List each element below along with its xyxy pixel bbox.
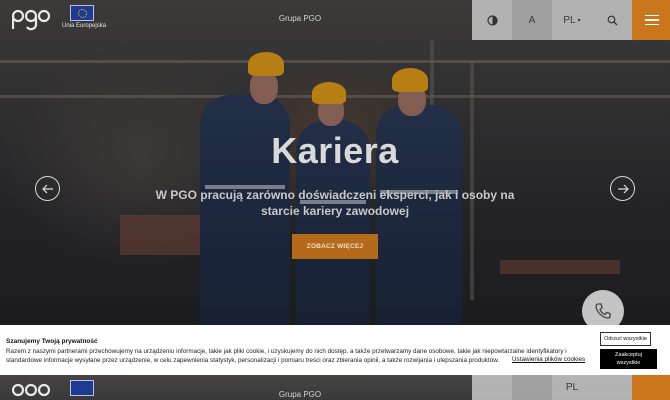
search-button[interactable] xyxy=(592,0,632,40)
arrow-left-icon xyxy=(41,184,53,193)
contrast-button[interactable] xyxy=(472,375,512,400)
phone-icon xyxy=(595,303,611,319)
font-size-button[interactable]: A xyxy=(512,0,552,40)
language-select[interactable]: PL ▾ xyxy=(552,0,592,40)
pgo-logo[interactable] xyxy=(11,6,52,32)
eu-flag-icon xyxy=(70,5,94,21)
page: Unia Europejska Grupa PGO A PL ▾ Kariera xyxy=(0,0,670,400)
slider-next-button[interactable] xyxy=(610,176,635,201)
group-link[interactable]: Grupa PGO xyxy=(270,14,330,23)
eu-label: Unia Europejska xyxy=(62,23,107,29)
pgo-logo[interactable] xyxy=(11,380,52,400)
language-label: PL xyxy=(565,382,579,393)
language-label: PL xyxy=(563,14,576,26)
eu-badge[interactable]: Unia Europejska xyxy=(62,5,108,33)
slider-prev-button[interactable] xyxy=(35,176,60,201)
arrow-right-icon xyxy=(617,184,629,193)
cookie-settings-link[interactable]: Ustawienia plików cookies xyxy=(512,356,585,363)
font-size-button[interactable] xyxy=(512,375,552,400)
header-tools: PL xyxy=(472,375,670,400)
cookie-banner: Szanujemy Twoją prywatność Razem z naszy… xyxy=(0,325,670,375)
page-header-repeat: Grupa PGO PL xyxy=(0,375,670,400)
header-tools: A PL ▾ xyxy=(472,0,670,40)
font-size-label: A xyxy=(528,14,536,26)
hamburger-menu-icon xyxy=(645,14,659,17)
hero-subtitle: W PGO pracują zarówno doświadczeni ekspe… xyxy=(155,188,515,218)
contrast-icon xyxy=(486,14,498,26)
see-more-button[interactable]: ZOBACZ WIĘCEJ xyxy=(292,234,378,259)
search-icon xyxy=(607,15,617,25)
menu-button[interactable] xyxy=(632,375,670,400)
reject-all-button[interactable]: Odrzuć wszystkie xyxy=(600,332,651,346)
accept-all-button[interactable]: Zaakceptuj wszystkie xyxy=(600,349,657,369)
language-select[interactable]: PL xyxy=(552,375,592,400)
hero-title: Kariera xyxy=(271,130,399,171)
chevron-down-icon: ▾ xyxy=(577,17,581,24)
contrast-button[interactable] xyxy=(472,0,512,40)
group-link[interactable]: Grupa PGO xyxy=(270,390,330,399)
cookie-title: Szanujemy Twoją prywatność xyxy=(6,338,98,345)
search-button[interactable] xyxy=(592,375,632,400)
cookie-text: Razem z naszymi partnerami przechowujemy… xyxy=(6,348,567,364)
menu-button[interactable] xyxy=(632,0,670,40)
eu-flag-icon xyxy=(70,380,94,396)
